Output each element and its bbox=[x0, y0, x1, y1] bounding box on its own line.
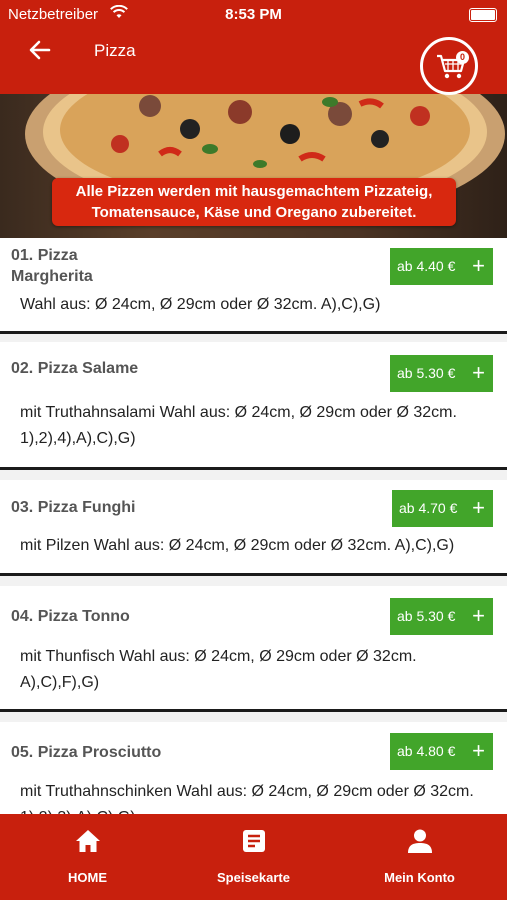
item-price: ab 5.30 € bbox=[397, 608, 456, 624]
back-button[interactable] bbox=[28, 38, 52, 62]
cart-count-badge: 0 bbox=[456, 51, 469, 64]
item-price: ab 4.40 € bbox=[397, 258, 456, 274]
status-bar: Netzbetreiber 8:53 PM bbox=[0, 0, 507, 28]
tab-label: Mein Konto bbox=[384, 870, 455, 885]
home-icon bbox=[76, 830, 100, 852]
item-description: mit Pilzen Wahl aus: Ø 24cm, Ø 29cm oder… bbox=[20, 537, 455, 554]
menu-item-card[interactable]: 04. Pizza Tonno ab 5.30 € + mit Thunfisch… bbox=[0, 586, 507, 712]
menu-item-card[interactable]: 01. Pizza Margherita ab 4.40 € + Wahl aus… bbox=[0, 238, 507, 334]
plus-icon: + bbox=[472, 495, 485, 520]
plus-icon: + bbox=[472, 603, 485, 628]
page-title: Pizza bbox=[94, 41, 136, 60]
cart-button[interactable]: 0 bbox=[420, 37, 478, 95]
tab-home[interactable]: HOME bbox=[3, 814, 172, 900]
add-item-button[interactable]: ab 5.30 € + bbox=[390, 598, 493, 635]
status-time: 8:53 PM bbox=[225, 6, 282, 23]
tab-mein-konto[interactable]: Mein Konto bbox=[335, 814, 504, 900]
bottom-tab-bar: HOME Speisekarte Mein Konto bbox=[0, 814, 507, 900]
plus-icon: + bbox=[472, 360, 485, 385]
user-icon bbox=[408, 829, 432, 853]
tab-label: HOME bbox=[68, 870, 107, 885]
add-item-button[interactable]: ab 4.80 € + bbox=[390, 733, 493, 770]
item-name: 04. Pizza Tonno bbox=[11, 608, 130, 625]
item-description: mit Thunfisch Wahl aus: Ø 24cm, Ø 29cm o… bbox=[20, 648, 417, 691]
add-item-button[interactable]: ab 5.30 € + bbox=[390, 355, 493, 392]
tab-label: Speisekarte bbox=[217, 870, 290, 885]
menu-item-card[interactable]: 03. Pizza Funghi ab 4.70 € + mit Pilzen W… bbox=[0, 480, 507, 576]
arrow-left-icon bbox=[29, 40, 51, 60]
add-item-button[interactable]: ab 4.70 € + bbox=[392, 490, 493, 527]
item-name: 02. Pizza Salame bbox=[11, 360, 139, 377]
item-price: ab 4.70 € bbox=[399, 500, 458, 516]
item-name: 01. Pizza Margherita bbox=[11, 247, 93, 285]
battery-icon bbox=[469, 8, 497, 22]
menu-card-icon bbox=[243, 830, 265, 852]
item-description: Wahl aus: Ø 24cm, Ø 29cm oder Ø 32cm. A)… bbox=[20, 296, 381, 313]
item-price: ab 5.30 € bbox=[397, 365, 456, 381]
info-banner: Alle Pizzen werden mit hausgemachtem Piz… bbox=[52, 178, 456, 226]
plus-icon: + bbox=[472, 738, 485, 763]
item-name: 03. Pizza Funghi bbox=[11, 499, 136, 516]
add-item-button[interactable]: ab 4.40 € + bbox=[390, 248, 493, 285]
menu-item-card[interactable]: 02. Pizza Salame ab 5.30 € + mit Truthahn… bbox=[0, 342, 507, 470]
item-description: mit Truthahnsalami Wahl aus: Ø 24cm, Ø 2… bbox=[20, 404, 457, 447]
item-name: 05. Pizza Prosciutto bbox=[11, 744, 162, 761]
tab-speisekarte[interactable]: Speisekarte bbox=[169, 814, 338, 900]
item-price: ab 4.80 € bbox=[397, 743, 456, 759]
plus-icon: + bbox=[472, 253, 485, 278]
